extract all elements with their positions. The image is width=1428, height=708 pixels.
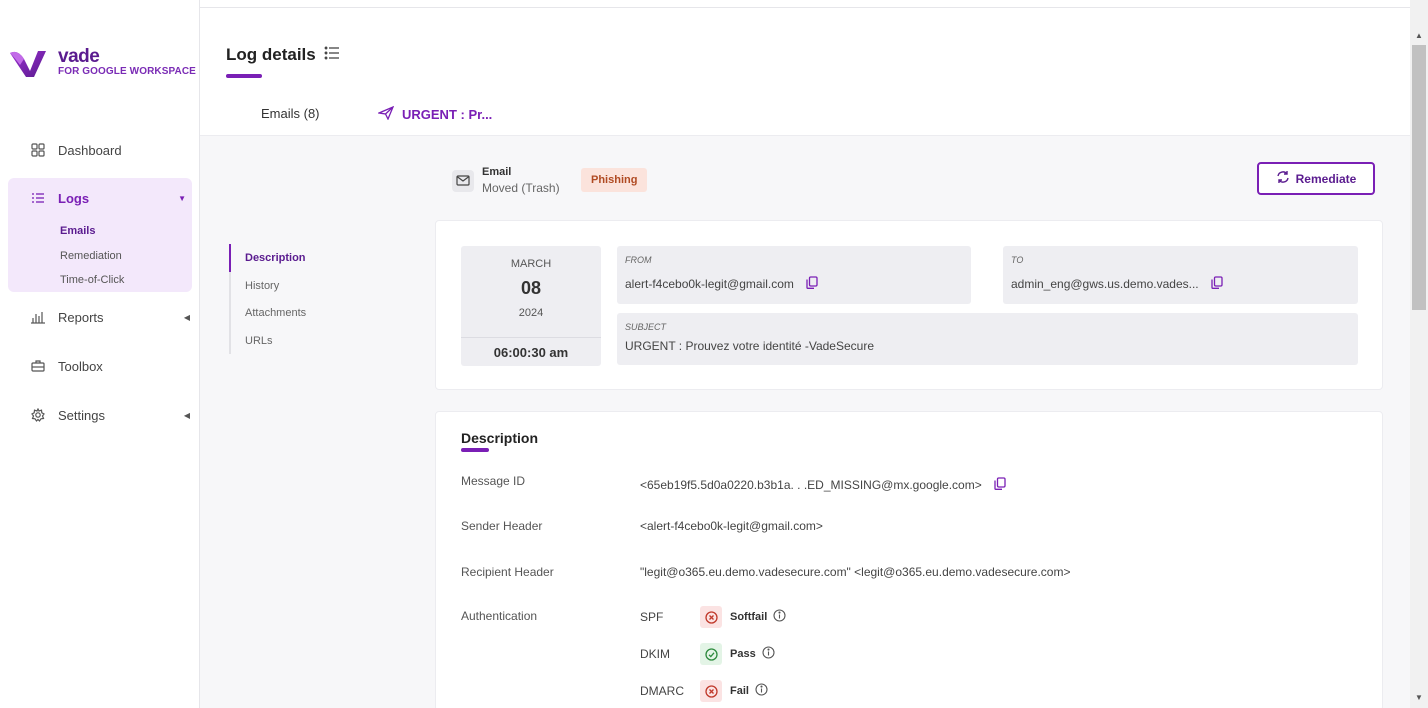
subject-field: SUBJECT URGENT : Prouvez votre identité … (617, 313, 1358, 365)
tab-urgent[interactable]: URGENT : Pr... (376, 105, 493, 123)
auth-name: SPF (640, 610, 664, 624)
info-icon[interactable] (773, 609, 786, 625)
page-header: Log details Emails (8) URGENT : Pr... (200, 8, 1410, 136)
sidebar-item-settings[interactable]: Settings ◀ (30, 407, 190, 423)
auth-row-dmarc: DMARC Fail (640, 680, 768, 702)
section-nav: Description History Attachments URLs (229, 244, 349, 354)
date-day: 08 (520, 278, 542, 298)
description-underline (461, 448, 489, 452)
sidebar-subitem-time-of-click[interactable]: Time-of-Click (60, 274, 124, 286)
sidebar: vade FOR GOOGLE WORKSPACE Dashboard Logs… (0, 0, 200, 708)
from-value: alert-f4cebo0k-legit@gmail.com (625, 277, 794, 291)
bar-chart-icon (30, 309, 46, 325)
sidebar-item-label: Settings (58, 407, 105, 423)
to-field: TO admin_eng@gws.us.demo.vades... (1003, 246, 1358, 304)
main-content: Description History Attachments URLs Ema… (200, 136, 1410, 708)
brand-subtitle: FOR GOOGLE WORKSPACE (58, 65, 196, 77)
subject-label: SUBJECT (625, 322, 667, 332)
scroll-thumb[interactable] (1412, 45, 1426, 310)
toolbox-icon (30, 358, 46, 374)
sidebar-item-dashboard[interactable]: Dashboard (30, 142, 190, 158)
auth-name: DMARC (640, 684, 684, 698)
tab-urgent-label: URGENT : Pr... (402, 107, 493, 122)
sidebar-item-reports[interactable]: Reports ◀ (30, 309, 190, 325)
section-tab-history[interactable]: History (245, 280, 279, 292)
date-month: MARCH (510, 258, 552, 270)
authentication-label: Authentication (461, 609, 538, 623)
to-label: TO (1011, 255, 1024, 265)
vade-logo[interactable]: vade FOR GOOGLE WORKSPACE (8, 45, 196, 79)
phishing-badge: Phishing (581, 168, 648, 192)
info-icon[interactable] (755, 683, 768, 699)
chevron-left-icon: ◀ (183, 410, 190, 420)
vertical-scrollbar[interactable]: ▲ ▼ (1410, 0, 1428, 708)
scroll-up-arrow[interactable]: ▲ (1410, 28, 1428, 44)
auth-result: Pass (730, 648, 756, 660)
send-icon (376, 105, 395, 123)
email-status: Email Moved (Trash) (452, 166, 560, 195)
scroll-down-arrow[interactable]: ▼ (1410, 690, 1428, 706)
sender-header-label: Sender Header (461, 519, 543, 533)
list-icon (30, 190, 46, 206)
email-summary-card: MARCH 08 2024 06:00:30 am FROM alert-f4c… (435, 220, 1383, 390)
recipient-header-label: Recipient Header (461, 565, 554, 579)
date-year: 2024 (518, 307, 544, 319)
chevron-left-icon: ◀ (183, 312, 190, 322)
subject-value: URGENT : Prouvez votre identité -VadeSec… (625, 339, 874, 353)
section-tab-urls[interactable]: URLs (245, 335, 273, 347)
fail-icon (700, 680, 722, 702)
sidebar-item-toolbox[interactable]: Toolbox (30, 358, 190, 374)
gear-icon (30, 407, 46, 423)
copy-icon[interactable] (994, 477, 1006, 493)
remediate-label: Remediate (1295, 171, 1357, 186)
description-card: Description Message ID <65eb19f5.5d0a022… (435, 411, 1383, 708)
section-tab-attachments[interactable]: Attachments (245, 307, 306, 319)
grid-icon (30, 142, 46, 158)
auth-result: Fail (730, 685, 749, 697)
from-label: FROM (625, 255, 652, 265)
sidebar-item-logs[interactable]: Logs ▼ (30, 190, 186, 206)
page-title-text: Log details (226, 45, 316, 64)
date-time: 06:00:30 am (461, 337, 601, 366)
chevron-down-icon: ▼ (178, 193, 186, 203)
auth-row-spf: SPF Softfail (640, 606, 786, 628)
active-section-marker (229, 244, 231, 272)
sidebar-item-label: Logs (58, 190, 90, 206)
sidebar-item-label: Toolbox (58, 358, 103, 374)
message-id-row: <65eb19f5.5d0a0220.b3b1a. . .ED_MISSING@… (640, 477, 1006, 493)
tab-emails[interactable]: Emails (8) (261, 106, 320, 121)
page-title: Log details (226, 45, 340, 65)
top-border (200, 0, 1410, 8)
date-box: MARCH 08 2024 06:00:30 am (461, 246, 601, 366)
list-icon[interactable] (324, 45, 340, 65)
auth-name: DKIM (640, 647, 670, 661)
recipient-header-value: "legit@o365.eu.demo.vadesecure.com" <leg… (640, 565, 1071, 579)
info-icon[interactable] (762, 646, 775, 662)
section-tab-description[interactable]: Description (245, 252, 306, 264)
message-id-label: Message ID (461, 474, 526, 488)
mail-icon (452, 169, 474, 192)
title-underline (226, 74, 262, 78)
email-status-text: Moved (Trash) (482, 181, 560, 195)
copy-icon[interactable] (806, 276, 818, 292)
auth-row-dkim: DKIM Pass (640, 643, 775, 665)
sidebar-item-label: Reports (58, 309, 104, 325)
sidebar-subitem-remediation[interactable]: Remediation (60, 250, 122, 262)
from-field: FROM alert-f4cebo0k-legit@gmail.com (617, 246, 971, 304)
vade-logo-icon (10, 51, 46, 77)
sidebar-item-label: Dashboard (58, 142, 122, 158)
auth-result: Softfail (730, 611, 768, 623)
sender-header-value: <alert-f4cebo0k-legit@gmail.com> (640, 519, 823, 533)
description-title: Description (461, 430, 539, 446)
to-value: admin_eng@gws.us.demo.vades... (1011, 277, 1199, 291)
fail-icon (700, 606, 722, 628)
sidebar-subitem-emails[interactable]: Emails (60, 225, 95, 237)
check-icon (700, 643, 722, 665)
email-label: Email (482, 166, 512, 178)
brand-name: vade (58, 45, 100, 67)
message-id-value: <65eb19f5.5d0a0220.b3b1a. . .ED_MISSING@… (640, 478, 982, 492)
refresh-icon (1276, 170, 1290, 187)
remediate-button[interactable]: Remediate (1257, 162, 1375, 195)
copy-icon[interactable] (1210, 276, 1223, 292)
